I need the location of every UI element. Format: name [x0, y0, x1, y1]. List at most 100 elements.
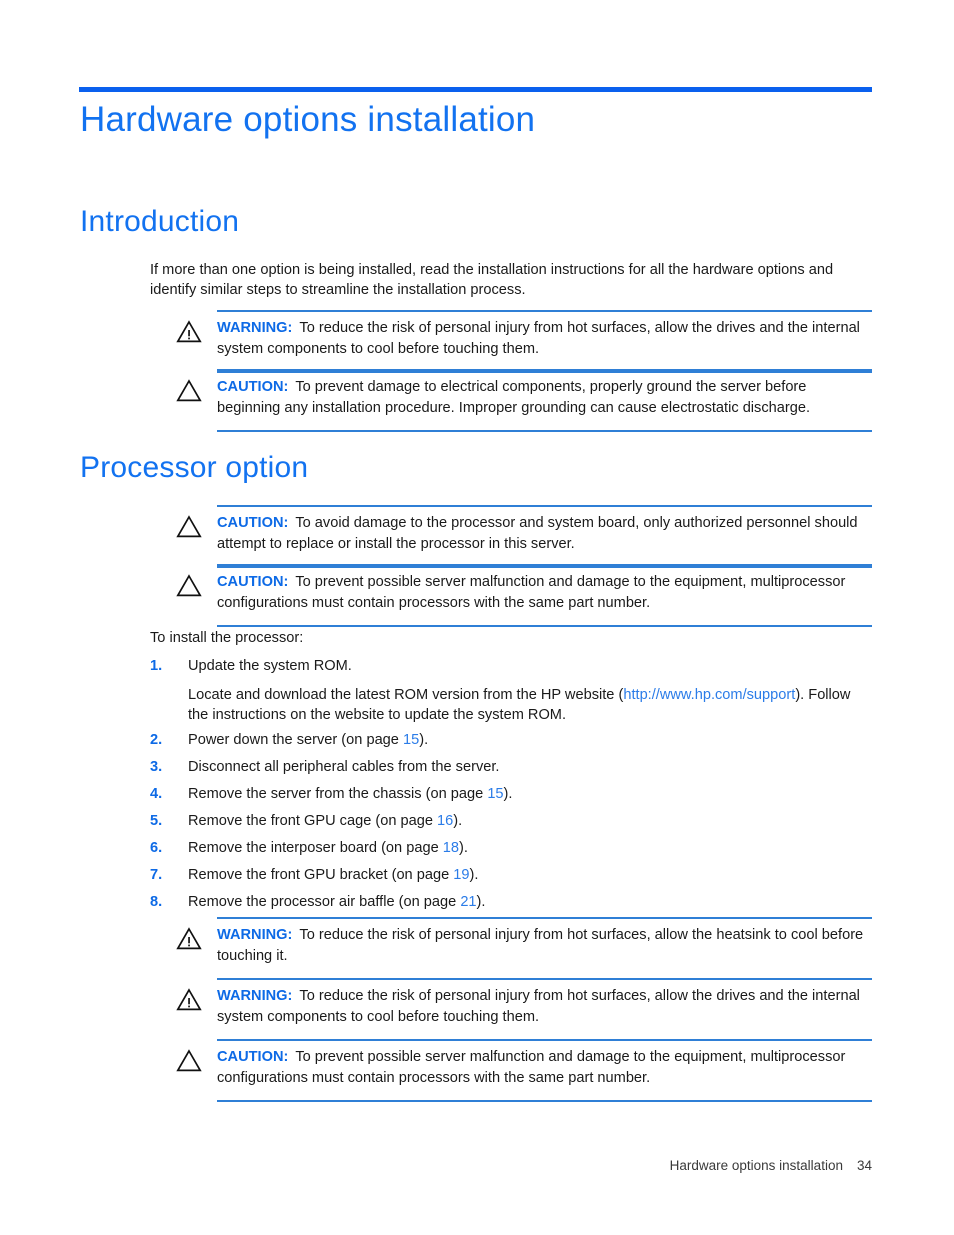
step-text: Remove the server from the chassis (on p…	[188, 784, 872, 804]
step-3: 3. Disconnect all peripheral cables from…	[150, 757, 872, 777]
step-text: Remove the front GPU bracket (on page 19…	[188, 865, 872, 885]
step-5: 5. Remove the front GPU cage (on page 16…	[150, 811, 872, 831]
caution-triangle-icon	[176, 515, 202, 538]
admonition-rule-top	[217, 1039, 872, 1041]
admonition-rule-top	[217, 310, 872, 312]
step-number: 3.	[150, 759, 163, 775]
admonition-text: CAUTION: To avoid damage to the processor…	[217, 513, 872, 555]
page-cross-reference[interactable]: 15	[487, 786, 503, 802]
step-text-before: Remove the processor air baffle (on page	[188, 894, 461, 910]
step-4: 4. Remove the server from the chassis (o…	[150, 784, 872, 804]
admonition-label: CAUTION:	[217, 574, 289, 590]
step-number: 2.	[150, 732, 163, 748]
admonition-label: CAUTION:	[217, 1049, 289, 1065]
step-subtext-before: Locate and download the latest ROM versi…	[188, 687, 624, 703]
step-number: 8.	[150, 894, 163, 910]
admonition-text: WARNING: To reduce the risk of personal i…	[217, 986, 872, 1028]
admonition-rule-bottom	[217, 1100, 872, 1102]
step-text-before: Power down the server (on page	[188, 732, 403, 748]
admonition-label: WARNING:	[217, 320, 293, 336]
admonition-label: CAUTION:	[217, 515, 289, 531]
admonition-text: CAUTION: To prevent possible server malfu…	[217, 572, 872, 614]
admonition-heatsink-warning: WARNING: To reduce the risk of personal i…	[172, 917, 872, 980]
page-cross-reference[interactable]: 19	[453, 867, 469, 883]
hp-support-link[interactable]: http://www.hp.com/support	[623, 687, 795, 703]
page-footer: Hardware options installation 34	[0, 1158, 872, 1173]
admonition-intro-warning: WARNING: To reduce the risk of personal i…	[172, 310, 872, 373]
admonition-text: WARNING: To reduce the risk of personal i…	[217, 925, 872, 967]
step-8: 8. Remove the processor air baffle (on p…	[150, 892, 872, 912]
warning-triangle-icon	[176, 927, 202, 950]
admonition-rule-bottom	[217, 625, 872, 627]
page-cross-reference[interactable]: 16	[437, 813, 453, 829]
document-page: Hardware options installation Introducti…	[0, 0, 954, 1235]
step-2: 2. Power down the server (on page 15).	[150, 730, 872, 750]
step-subtext: Locate and download the latest ROM versi…	[188, 685, 872, 725]
heading-introduction: Introduction	[80, 205, 240, 238]
page-cross-reference[interactable]: 21	[460, 894, 476, 910]
caution-triangle-icon	[176, 574, 202, 597]
step-text-after: ).	[419, 732, 429, 748]
step-text: Remove the interposer board (on page 18)…	[188, 838, 872, 858]
page-top-rule	[79, 87, 872, 92]
admonition-rule-top	[217, 564, 872, 566]
admonition-label: WARNING:	[217, 988, 293, 1004]
admonition-text: CAUTION: To prevent possible server malfu…	[217, 1047, 872, 1089]
admonition-rule-top	[217, 978, 872, 980]
step-7: 7. Remove the front GPU bracket (on page…	[150, 865, 872, 885]
step-text-after: ).	[476, 894, 486, 910]
admonition-intro-caution: CAUTION: To prevent damage to electrical …	[172, 369, 872, 432]
step-text: Update the system ROM.	[188, 658, 352, 674]
step-text-after: ).	[469, 867, 479, 883]
admonition-body: To reduce the risk of personal injury fr…	[217, 927, 864, 964]
admonition-drives-warning: WARNING: To reduce the risk of personal i…	[172, 978, 872, 1041]
admonition-body: To avoid damage to the processor and sys…	[217, 515, 858, 552]
step-text-after: ).	[458, 840, 468, 856]
step-number: 5.	[150, 813, 163, 829]
admonition-rule-top	[217, 505, 872, 507]
step-text-after: ).	[503, 786, 513, 802]
warning-triangle-icon	[176, 988, 202, 1011]
step-text: Power down the server (on page 15).	[188, 730, 872, 750]
heading-processor-option: Processor option	[80, 451, 309, 484]
step-text-before: Remove the front GPU cage (on page	[188, 813, 438, 829]
admonition-processor-caution-1: CAUTION: To avoid damage to the processor…	[172, 505, 872, 568]
admonition-body: To prevent possible server malfunction a…	[217, 574, 846, 611]
admonition-processor-caution-2: CAUTION: To prevent possible server malfu…	[172, 564, 872, 627]
page-cross-reference[interactable]: 18	[443, 840, 459, 856]
admonition-rule-top	[217, 917, 872, 919]
step-6: 6. Remove the interposer board (on page …	[150, 838, 872, 858]
admonition-rule-bottom	[217, 430, 872, 432]
step-number: 1.	[150, 658, 163, 674]
step-number: 6.	[150, 840, 163, 856]
admonition-body: To prevent damage to electrical componen…	[217, 379, 811, 416]
caution-triangle-icon	[176, 1049, 202, 1072]
step-text-before: Remove the interposer board (on page	[188, 840, 443, 856]
warning-triangle-icon	[176, 320, 202, 343]
admonition-final-caution: CAUTION: To prevent possible server malfu…	[172, 1039, 872, 1102]
step-text: Disconnect all peripheral cables from th…	[188, 757, 872, 777]
admonition-rule-top	[217, 369, 872, 371]
step-text: Remove the processor air baffle (on page…	[188, 892, 872, 912]
admonition-label: CAUTION:	[217, 379, 289, 395]
procedure-lead-in: To install the processor:	[150, 630, 304, 646]
admonition-text: WARNING: To reduce the risk of personal i…	[217, 318, 872, 360]
page-cross-reference[interactable]: 15	[403, 732, 419, 748]
admonition-text: CAUTION: To prevent damage to electrical …	[217, 377, 872, 419]
step-1: 1. Update the system ROM. Locate and dow…	[150, 656, 872, 725]
step-number: 7.	[150, 867, 163, 883]
footer-page-number: 34	[856, 1158, 872, 1173]
admonition-label: WARNING:	[217, 927, 293, 943]
footer-chapter-name: Hardware options installation	[669, 1158, 843, 1173]
admonition-body: To reduce the risk of personal injury fr…	[217, 320, 860, 357]
step-number: 4.	[150, 786, 163, 802]
page-title: Hardware options installation	[80, 100, 536, 139]
step-text: Remove the front GPU cage (on page 16).	[188, 811, 872, 831]
introduction-paragraph: If more than one option is being install…	[150, 262, 834, 298]
step-text-before: Disconnect all peripheral cables from th…	[188, 759, 500, 775]
step-text-before: Remove the server from the chassis (on p…	[188, 786, 488, 802]
step-text-after: ).	[453, 813, 463, 829]
caution-triangle-icon	[176, 379, 202, 402]
admonition-body: To prevent possible server malfunction a…	[217, 1049, 846, 1086]
admonition-body: To reduce the risk of personal injury fr…	[217, 988, 860, 1025]
